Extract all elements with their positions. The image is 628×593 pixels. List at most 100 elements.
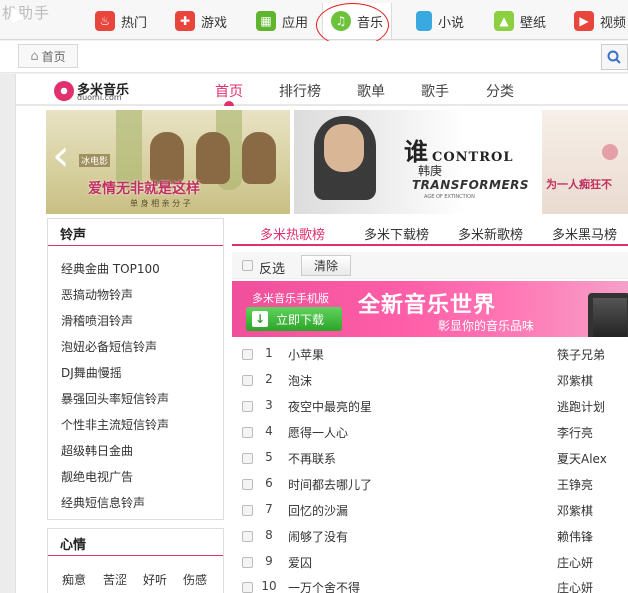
- tab-games[interactable]: ✚ 游戏: [175, 8, 227, 34]
- search-icon: [607, 50, 621, 64]
- song-rank: 9: [265, 554, 273, 568]
- song-artist[interactable]: 筷子兄弟: [557, 346, 605, 363]
- mood-tag[interactable]: 伤感: [183, 571, 207, 588]
- app-promo-banner[interactable]: 多米音乐手机版 ↓ 立即下载 全新音乐世界 彰显你的音乐品味: [232, 281, 628, 337]
- song-row[interactable]: 1 小苹果 筷子兄弟: [232, 342, 628, 368]
- banner-slide-movie[interactable]: 冰电影 爱情无非就是这样 单 身 相 亲 分 子 ‹: [46, 110, 290, 214]
- ringtone-title: 铃声: [48, 219, 223, 246]
- ringtone-panel: 铃声 经典金曲 TOP100 恶搞动物铃声 滑稽喷泪铃声 泡妞必备短信铃声 DJ…: [47, 218, 224, 520]
- ringtone-item[interactable]: 超级韩日金曲: [61, 442, 133, 459]
- song-title[interactable]: 小苹果: [288, 346, 324, 363]
- mood-tag[interactable]: 好听: [143, 571, 167, 588]
- address-bar: ⌂ 首页: [0, 41, 628, 73]
- song-title[interactable]: 爱囚: [288, 554, 312, 571]
- site-nav-playlists[interactable]: 歌单: [357, 81, 385, 101]
- invert-label[interactable]: 反选: [259, 258, 285, 277]
- banner-slide-third[interactable]: 为一人痴狂不: [542, 110, 628, 214]
- tab-video[interactable]: ▶ 视频: [574, 8, 626, 34]
- tab-hot-songs[interactable]: 多米热歌榜: [260, 224, 325, 243]
- tab-new-songs[interactable]: 多米新歌榜: [458, 224, 523, 243]
- ringtone-item[interactable]: 靓绝电视广告: [61, 468, 133, 485]
- song-artist[interactable]: 邓紫棋: [557, 372, 593, 389]
- banner-subtitle: 单 身 相 亲 分 子: [130, 199, 191, 208]
- song-checkbox[interactable]: [242, 582, 253, 593]
- flame-icon: ♨: [95, 11, 115, 31]
- duomi-logo-icon[interactable]: [54, 81, 74, 101]
- tab-apps[interactable]: ▦ 应用: [256, 8, 308, 34]
- tab-download-chart[interactable]: 多米下载榜: [364, 224, 429, 243]
- site-nav-charts[interactable]: 排行榜: [279, 81, 321, 101]
- ringtone-item[interactable]: 暴强回头率短信铃声: [61, 390, 169, 407]
- site-nav-singers[interactable]: 歌手: [421, 81, 449, 101]
- song-checkbox[interactable]: [242, 427, 253, 438]
- song-checkbox[interactable]: [242, 531, 253, 542]
- song-title[interactable]: 泡沫: [288, 372, 312, 389]
- song-checkbox[interactable]: [242, 401, 253, 412]
- tab-wallpaper-label: 壁纸: [520, 15, 547, 31]
- mood-tag[interactable]: 痴意: [62, 571, 86, 588]
- song-row[interactable]: 6 时间都去哪儿了 王铮亮: [232, 472, 628, 498]
- song-checkbox[interactable]: [242, 375, 253, 386]
- song-row[interactable]: 10 一万个舍不得 庄心妍: [232, 575, 628, 593]
- song-artist[interactable]: 邓紫棋: [557, 502, 593, 519]
- song-title[interactable]: 一万个舍不得: [288, 579, 360, 593]
- mood-tag[interactable]: 苦涩: [103, 571, 127, 588]
- promo-download-label: 立即下载: [276, 312, 325, 327]
- promo-headline: 全新音乐世界: [358, 293, 497, 318]
- song-artist[interactable]: 李行亮: [557, 424, 593, 441]
- song-checkbox[interactable]: [242, 505, 253, 516]
- banner-slide-transformers[interactable]: 谁 CONTROL 韩庚 TRANSFORMERS AGE OF EXTINCT…: [294, 110, 540, 214]
- app-top-nav: 机助手 ♨ 热门 ✚ 游戏 ▦ 应用 ♫ 音乐 小说 ▲ 壁纸 ▶ 视频: [0, 0, 628, 48]
- song-title[interactable]: 夜空中最亮的星: [288, 398, 372, 415]
- song-row[interactable]: 8 闹够了没有 赖伟锋: [232, 524, 628, 550]
- song-row[interactable]: 5 不再联系 夏天Alex: [232, 446, 628, 472]
- song-checkbox[interactable]: [242, 453, 253, 464]
- home-button[interactable]: ⌂ 首页: [18, 44, 78, 68]
- song-artist[interactable]: 庄心妍: [557, 579, 593, 593]
- song-artist[interactable]: 夏天Alex: [557, 450, 607, 467]
- search-button[interactable]: [601, 44, 628, 70]
- song-artist[interactable]: 逃跑计划: [557, 398, 605, 415]
- ringtone-item[interactable]: 滑稽喷泪铃声: [61, 312, 133, 329]
- site-nav-categories[interactable]: 分类: [486, 81, 514, 101]
- tab-novels[interactable]: 小说: [416, 8, 464, 34]
- banner-singer-name: 韩庚: [418, 164, 443, 178]
- promo-subline: 彰显你的音乐品味: [438, 319, 535, 333]
- tab-video-label: 视频: [600, 15, 627, 31]
- ringtone-item[interactable]: 个性非主流短信铃声: [61, 416, 169, 433]
- song-checkbox[interactable]: [242, 557, 253, 568]
- banner-third-text: 为一人痴狂不: [546, 178, 612, 191]
- tab-dark-horse[interactable]: 多米黑马榜: [552, 224, 617, 243]
- ringtone-item[interactable]: 泡妞必备短信铃声: [61, 338, 157, 355]
- song-title[interactable]: 回忆的沙漏: [288, 502, 348, 519]
- song-artist[interactable]: 王铮亮: [557, 476, 593, 493]
- song-row[interactable]: 4 愿得一人心 李行亮: [232, 420, 628, 446]
- song-row[interactable]: 2 泡沫 邓紫棋: [232, 368, 628, 394]
- song-artist[interactable]: 庄心妍: [557, 554, 593, 571]
- carousel-prev-arrow-icon[interactable]: ‹: [52, 134, 70, 178]
- apps-grid-icon: ▦: [256, 11, 276, 31]
- song-checkbox[interactable]: [242, 479, 253, 490]
- site-nav-home[interactable]: 首页: [215, 81, 243, 101]
- song-row[interactable]: 7 回忆的沙漏 邓紫棋: [232, 498, 628, 524]
- song-title[interactable]: 时间都去哪儿了: [288, 476, 372, 493]
- ringtone-item[interactable]: 恶搞动物铃声: [61, 286, 133, 303]
- promo-download-button[interactable]: ↓ 立即下载: [246, 307, 342, 331]
- song-title[interactable]: 愿得一人心: [288, 424, 348, 441]
- invert-checkbox[interactable]: [242, 260, 253, 271]
- clear-button[interactable]: 清除: [301, 255, 351, 276]
- tab-hot[interactable]: ♨ 热门: [95, 8, 147, 34]
- song-row[interactable]: 3 夜空中最亮的星 逃跑计划: [232, 394, 628, 420]
- ringtone-item[interactable]: DJ舞曲慢摇: [61, 364, 122, 381]
- song-title[interactable]: 闹够了没有: [288, 528, 348, 545]
- ringtone-item[interactable]: 经典金曲 TOP100: [61, 260, 160, 277]
- song-rank: 3: [265, 398, 273, 412]
- ringtone-item[interactable]: 经典短信息铃声: [61, 494, 145, 511]
- banner-carousel[interactable]: 冰电影 爱情无非就是这样 单 身 相 亲 分 子 ‹ 谁 CONTROL 韩庚 …: [46, 110, 628, 214]
- tab-wallpaper[interactable]: ▲ 壁纸: [494, 8, 546, 34]
- song-checkbox[interactable]: [242, 349, 253, 360]
- song-title[interactable]: 不再联系: [288, 450, 336, 467]
- song-artist[interactable]: 赖伟锋: [557, 528, 593, 545]
- song-row[interactable]: 9 爱囚 庄心妍: [232, 550, 628, 576]
- song-rank: 1: [265, 346, 273, 360]
